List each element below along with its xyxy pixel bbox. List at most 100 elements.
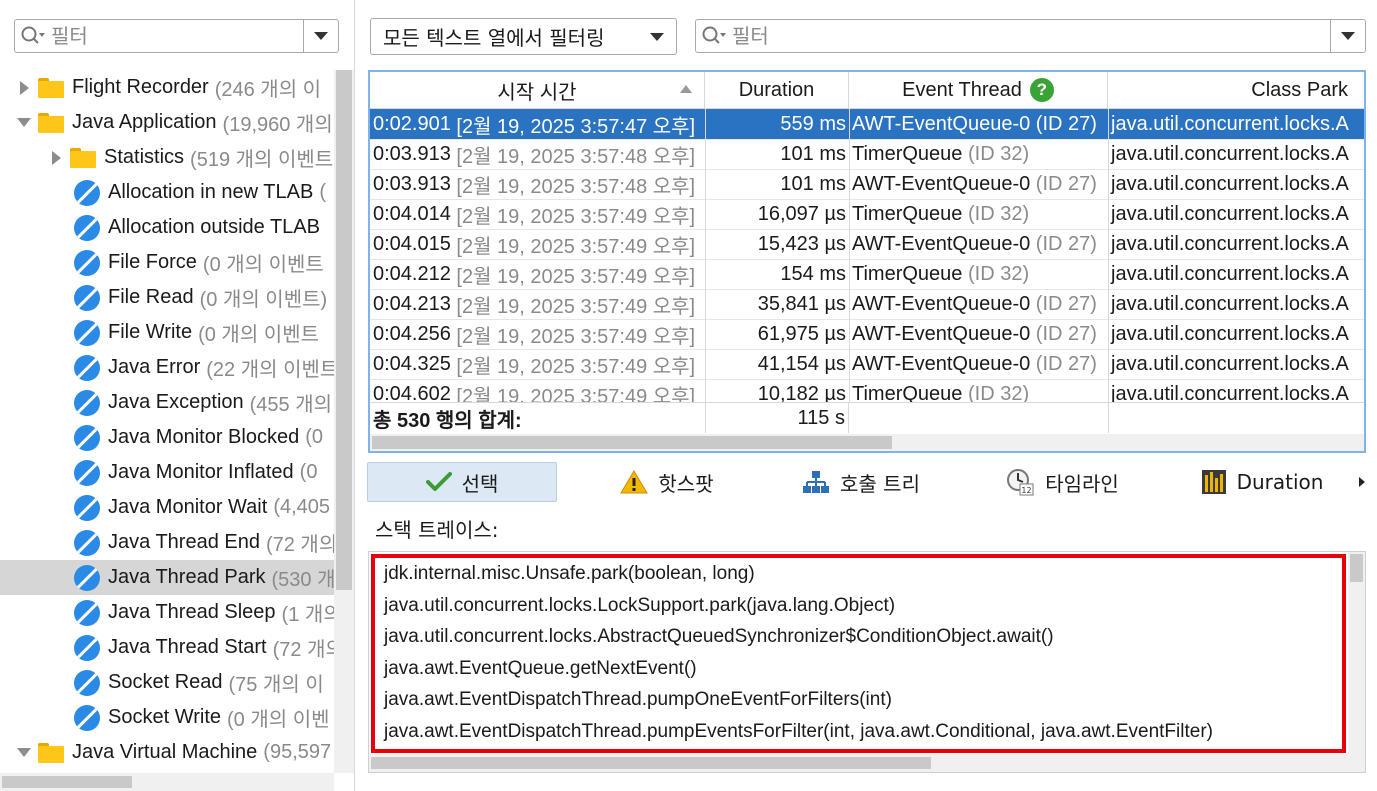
table-row[interactable]: 0:04.213 [2월 19, 2025 3:57:49 오후] 35,841 … [370, 289, 1364, 320]
tree-item[interactable]: Flight Recorder (246 개의 이 [0, 70, 334, 105]
table-row[interactable]: 0:04.212 [2월 19, 2025 3:57:49 오후] 154 ms T… [370, 259, 1364, 290]
tree-item-label: Java Thread End [108, 531, 260, 553]
right-filter-dropdown-button[interactable] [1330, 20, 1365, 52]
stack-frame[interactable]: java.awt.EventDispatchThread.pumpOneEven… [384, 685, 892, 715]
tree-item[interactable]: Socket Read (75 개의 이 [0, 665, 334, 700]
stack-frame[interactable]: java.util.concurrent.locks.LockSupport.p… [384, 591, 895, 621]
tree-item[interactable]: Java Exception (455 개의 [0, 385, 334, 420]
table-row[interactable]: 0:03.913 [2월 19, 2025 3:57:48 오후] 101 ms A… [370, 169, 1364, 200]
scrollbar-thumb[interactable] [371, 757, 931, 769]
column-filter-select[interactable]: 모든 텍스트 열에서 필터링 [370, 18, 677, 55]
tree-horizontal-scrollbar[interactable] [0, 773, 334, 791]
column-header-label: Class Park [1251, 78, 1348, 101]
cell-date: [2월 19, 2025 3:57:48 오후] [456, 145, 696, 168]
column-header-start-time[interactable]: 시작 시간 [370, 72, 705, 108]
tree-item[interactable]: Java Virtual Machine (95,597 [0, 735, 334, 770]
column-header-duration[interactable]: Duration [705, 72, 849, 108]
table-row[interactable]: 0:02.901 [2월 19, 2025 3:57:47 오후] 559 ms A… [370, 109, 1364, 140]
right-filter-input[interactable] [732, 24, 1330, 48]
tab-call-tree[interactable]: 호출 트리 [785, 462, 937, 502]
calendar-clock-icon: 12 [1005, 468, 1035, 496]
tab-hotspots[interactable]: 핫스팟 [602, 462, 732, 502]
tab-duration[interactable]: Duration [1192, 462, 1332, 502]
folder-icon [70, 147, 96, 168]
cell-thread-id: (ID 27) [1035, 172, 1097, 195]
tree-item-label: Flight Recorder [72, 76, 209, 98]
cell-event-thread: TimerQueue (ID 32) [849, 139, 1108, 169]
tree-item[interactable]: Java Monitor Wait (4,405 [0, 490, 334, 525]
tree-item-count: ( [319, 181, 326, 203]
tree-item-label: Allocation in new TLAB [108, 181, 314, 203]
event-type-tree[interactable]: Flight Recorder (246 개의 이 Java Application… [0, 70, 334, 773]
tree-vertical-scrollbar[interactable] [334, 70, 354, 773]
tree-item[interactable]: Java Thread End (72 개의 [0, 525, 334, 560]
tree-item[interactable]: Socket Write (0 개의 이벤 [0, 700, 334, 735]
tree-item[interactable]: Java Application (19,960 개의 [0, 105, 334, 140]
cell-duration: 559 ms [705, 109, 849, 139]
tab-label: 타임라인 [1045, 471, 1119, 496]
tree-item[interactable]: Java Monitor Inflated (0 [0, 455, 334, 490]
cell-time: 0:03.913 [373, 142, 451, 165]
table-row[interactable]: 0:03.913 [2월 19, 2025 3:57:48 오후] 101 ms T… [370, 139, 1364, 170]
cell-time: 0:04.014 [373, 202, 451, 225]
event-type-icon [74, 494, 100, 521]
scrollbar-thumb[interactable] [1350, 554, 1363, 582]
tree-item[interactable]: Allocation in new TLAB( [0, 175, 334, 210]
tree-item[interactable]: Java Thread Start(72 개의 [0, 630, 334, 665]
help-icon[interactable]: ? [1029, 78, 1054, 102]
tree-item-label: Socket Read [108, 671, 223, 693]
column-header-class-park[interactable]: Class Park [1108, 72, 1364, 108]
tab-selection[interactable]: 선택 [367, 462, 557, 502]
tree-item-label: File Write [108, 321, 193, 343]
cell-time: 0:04.213 [373, 292, 451, 315]
table-row[interactable]: 0:04.325 [2월 19, 2025 3:57:49 오후] 41,154 … [370, 349, 1364, 380]
tree-item-label: File Force [108, 251, 197, 273]
tab-overflow-button[interactable] [1352, 462, 1372, 502]
tree-item[interactable]: Java Thread Sleep (1 개의 [0, 595, 334, 630]
table-horizontal-scrollbar[interactable] [370, 434, 1364, 451]
cell-start-time: 0:02.901 [2월 19, 2025 3:57:47 오후] [373, 109, 703, 139]
stack-vertical-scrollbar[interactable] [1348, 552, 1365, 754]
events-table[interactable]: 시작 시간 Duration Event Thread ? Class Park… [368, 70, 1366, 453]
scrollbar-thumb[interactable] [336, 70, 352, 590]
tree-item[interactable]: File Force (0 개의 이벤트 [0, 245, 334, 280]
cell-date: [2월 19, 2025 3:57:49 오후] [456, 265, 696, 288]
tree-item-label: Java Virtual Machine [72, 741, 258, 763]
stack-frame[interactable]: java.util.concurrent.locks.AbstractQueue… [384, 622, 1054, 652]
tree-item-count: (72 개의 [265, 534, 334, 556]
cell-time: 0:04.212 [373, 262, 451, 285]
tree-item[interactable]: File Read (0 개의 이벤트) [0, 280, 334, 315]
left-filter-dropdown-button[interactable] [303, 20, 338, 52]
scrollbar-thumb[interactable] [2, 776, 132, 788]
expand-arrow-down-icon[interactable] [16, 748, 32, 757]
tree-item-count: (455 개의 [249, 394, 333, 416]
stack-frame[interactable]: java.awt.EventQueue.getNextEvent() [384, 654, 697, 684]
stack-trace-panel[interactable]: jdk.internal.misc.Unsafe.park(boolean, l… [368, 551, 1366, 773]
cell-thread-name: AWT-EventQueue-0 [852, 352, 1031, 375]
table-row[interactable]: 0:04.015 [2월 19, 2025 3:57:49 오후] 15,423 … [370, 229, 1364, 260]
tree-item[interactable]: Java Monitor Blocked (0 [0, 420, 334, 455]
tab-timeline[interactable]: 12 타임라인 [987, 462, 1137, 502]
tree-item[interactable]: Java Thread Park (530 개 [0, 560, 334, 595]
right-filter-box[interactable] [695, 19, 1366, 53]
stack-frame[interactable]: jdk.internal.misc.Unsafe.park(boolean, l… [384, 559, 755, 589]
tree-item[interactable]: Java Error (22 개의 이벤트 [0, 350, 334, 385]
stack-horizontal-scrollbar[interactable] [369, 754, 1365, 772]
expand-arrow-down-icon[interactable] [16, 118, 32, 127]
tree-item[interactable]: Allocation outside TLAB [0, 210, 334, 245]
cell-duration: 101 ms [705, 139, 849, 169]
stack-frame[interactable]: java.awt.EventDispatchThread.pumpEventsF… [384, 717, 1213, 747]
left-filter-box[interactable] [14, 19, 339, 53]
tree-item-count: (75 개의 이 [228, 674, 324, 696]
scrollbar-thumb[interactable] [372, 436, 892, 449]
expand-arrow-right-icon[interactable] [16, 80, 32, 95]
left-filter-input[interactable] [51, 24, 303, 48]
tree-item[interactable]: File Write (0 개의 이벤트 [0, 315, 334, 350]
cell-date: [2월 19, 2025 3:57:49 오후] [456, 325, 696, 348]
table-row[interactable]: 0:04.256 [2월 19, 2025 3:57:49 오후] 61,975 … [370, 319, 1364, 350]
tree-item[interactable]: Statistics (519 개의 이벤트 [0, 140, 334, 175]
cell-class-park: java.util.concurrent.locks.A [1108, 259, 1364, 289]
table-row[interactable]: 0:04.014 [2월 19, 2025 3:57:49 오후] 16,097 … [370, 199, 1364, 230]
column-header-event-thread[interactable]: Event Thread ? [849, 72, 1108, 108]
expand-arrow-right-icon[interactable] [48, 150, 64, 165]
